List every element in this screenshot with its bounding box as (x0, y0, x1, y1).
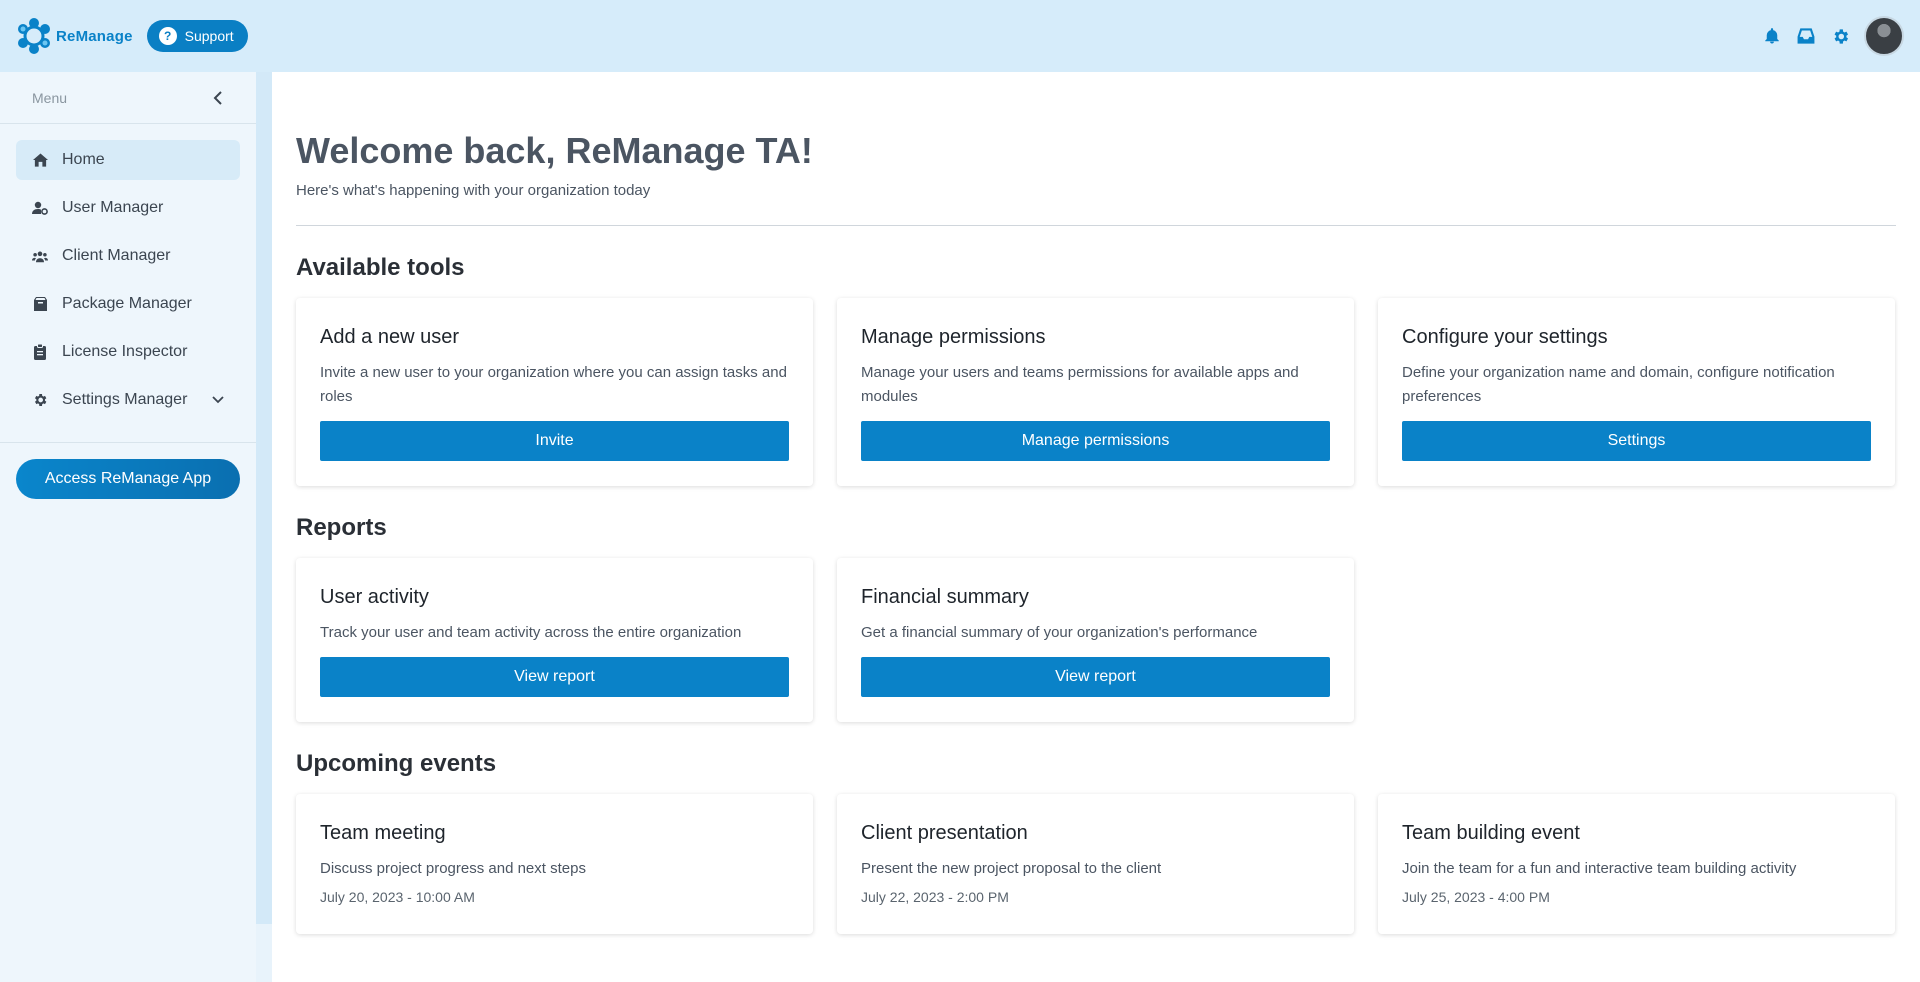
event-card[interactable]: Team building event Join the team for a … (1378, 794, 1895, 934)
access-app-button[interactable]: Access ReManage App (16, 459, 240, 499)
support-label: Support (184, 28, 234, 44)
sidebar-item-settings-manager[interactable]: Settings Manager (16, 380, 240, 420)
card-title: Team meeting (320, 822, 446, 844)
sidebar-item-license-inspector[interactable]: License Inspector (16, 332, 240, 372)
card-description: Manage your users and teams permissions … (861, 364, 1299, 405)
manage-permissions-button[interactable]: Manage permissions (861, 421, 1330, 461)
section-title-events: Upcoming events (296, 750, 497, 777)
menu-label: Menu (32, 89, 68, 106)
card-description: Get a financial summary of your organiza… (861, 624, 1258, 641)
event-date: July 20, 2023 - 10:00 AM (320, 889, 475, 905)
sidebar-item-label: Settings Manager (62, 391, 188, 408)
card-description: Present the new project proposal to the … (861, 860, 1162, 877)
card-description: Invite a new user to your organization w… (320, 364, 787, 405)
view-report-button[interactable]: View report (320, 657, 789, 697)
logo-icon (18, 18, 50, 54)
top-bar: ReManage ? Support (0, 0, 1920, 72)
card-title: Client presentation (861, 822, 1028, 844)
section-title-tools: Available tools (296, 254, 465, 281)
logo[interactable]: ReManage (16, 18, 133, 54)
event-card[interactable]: Client presentation Present the new proj… (837, 794, 1354, 934)
card-description: Define your organization name and domain… (1402, 364, 1835, 405)
section-title-reports: Reports (296, 514, 387, 541)
sidebar-item-label: User Manager (62, 199, 164, 216)
card-title: Configure your settings (1402, 326, 1608, 348)
invite-button[interactable]: Invite (320, 421, 789, 461)
home-icon (32, 152, 48, 168)
clipboard-icon (32, 344, 48, 360)
inbox-icon[interactable] (1796, 26, 1816, 46)
support-button[interactable]: ? Support (146, 20, 248, 52)
sidebar-item-client-manager[interactable]: Client Manager (16, 236, 240, 276)
page-subtitle: Here's what's happening with your organi… (296, 182, 651, 199)
brand-area: ReManage ? Support (16, 18, 248, 54)
card-title: Financial summary (861, 586, 1029, 608)
package-icon (32, 296, 48, 312)
tool-card-permissions: Manage permissions Manage your users and… (837, 298, 1354, 486)
event-card[interactable]: Team meeting Discuss project progress an… (296, 794, 813, 934)
user-gear-icon (32, 200, 48, 216)
users-icon (32, 248, 48, 264)
gear-icon[interactable] (1830, 26, 1850, 46)
bell-icon[interactable] (1762, 26, 1782, 46)
chevron-left-icon (213, 90, 222, 105)
chevron-down-icon[interactable] (212, 391, 224, 409)
sidebar: Menu Home User Manager Client Manager Pa… (0, 72, 256, 982)
brand-name: ReManage (56, 27, 133, 45)
report-card-user-activity: User activity Track your user and team a… (296, 558, 813, 722)
sidebar-item-label: Package Manager (62, 295, 192, 312)
tools-cards: Add a new user Invite a new user to your… (296, 298, 1896, 486)
menu-header: Menu (0, 72, 256, 124)
avatar[interactable] (1864, 16, 1904, 56)
sidebar-item-label: Client Manager (62, 247, 171, 264)
sidebar-item-home[interactable]: Home (16, 140, 240, 180)
card-title: Manage permissions (861, 326, 1046, 348)
top-actions (1762, 16, 1904, 56)
question-icon: ? (158, 27, 177, 45)
gear-icon (32, 392, 48, 408)
main-content: Welcome back, ReManage TA! Here's what's… (272, 72, 1920, 982)
sidebar-item-label: License Inspector (62, 343, 188, 360)
collapse-sidebar-button[interactable] (208, 88, 228, 108)
sidebar-nav: Home User Manager Client Manager Package… (0, 124, 256, 443)
card-description: Join the team for a fun and interactive … (1402, 860, 1797, 877)
card-title: Add a new user (320, 326, 459, 348)
card-description: Discuss project progress and next steps (320, 860, 586, 877)
sidebar-scrollbar[interactable] (256, 72, 272, 924)
settings-button[interactable]: Settings (1402, 421, 1871, 461)
tool-card-add-user: Add a new user Invite a new user to your… (296, 298, 813, 486)
sidebar-item-user-manager[interactable]: User Manager (16, 188, 240, 228)
tool-card-settings: Configure your settings Define your orga… (1378, 298, 1895, 486)
sidebar-item-package-manager[interactable]: Package Manager (16, 284, 240, 324)
events-cards: Team meeting Discuss project progress an… (296, 794, 1896, 934)
sidebar-item-label: Home (62, 151, 105, 168)
event-date: July 25, 2023 - 4:00 PM (1402, 889, 1550, 905)
event-date: July 22, 2023 - 2:00 PM (861, 889, 1009, 905)
reports-cards: User activity Track your user and team a… (296, 558, 1896, 722)
card-title: Team building event (1402, 822, 1580, 844)
divider (296, 225, 1896, 226)
page-title: Welcome back, ReManage TA! (296, 130, 813, 171)
card-description: Track your user and team activity across… (320, 624, 742, 641)
card-title: User activity (320, 586, 429, 608)
view-report-button[interactable]: View report (861, 657, 1330, 697)
report-card-financial-summary: Financial summary Get a financial summar… (837, 558, 1354, 722)
